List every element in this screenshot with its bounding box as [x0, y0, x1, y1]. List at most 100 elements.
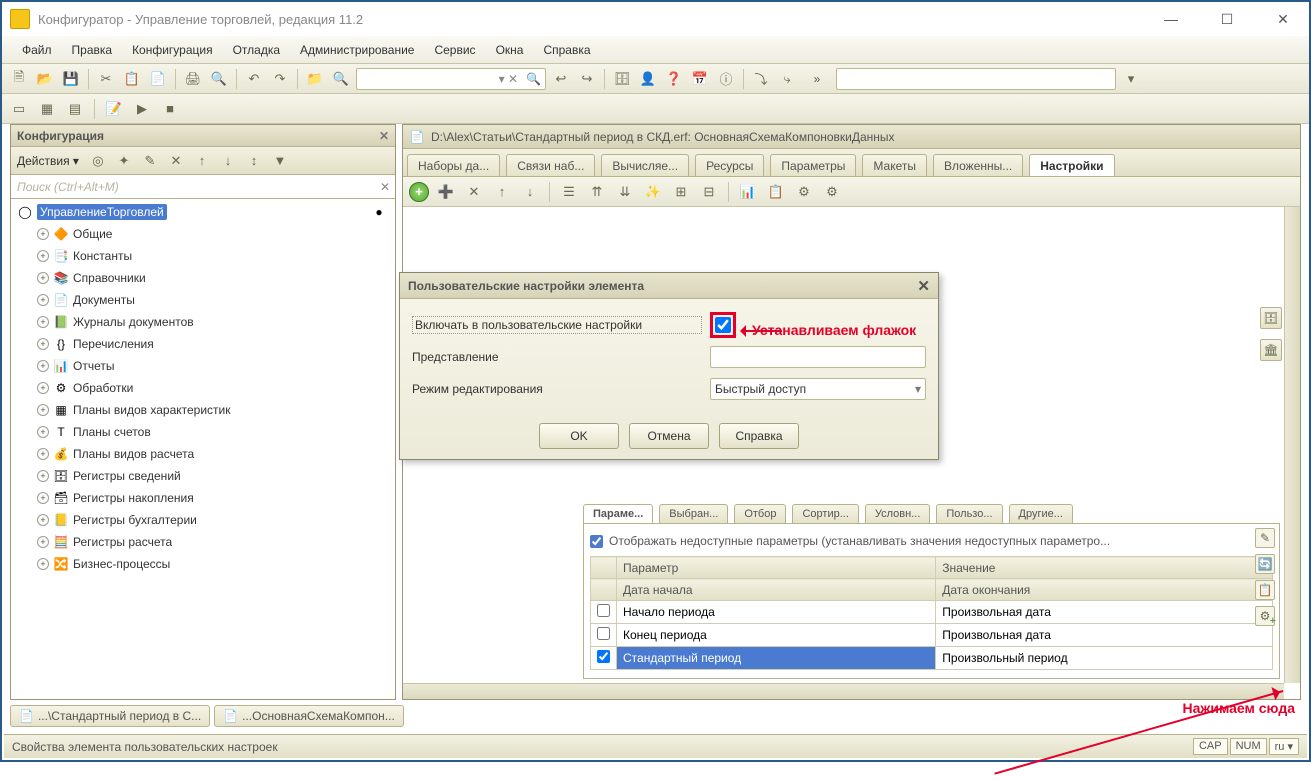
cut-icon[interactable]: ✂: [95, 68, 117, 90]
refresh-icon[interactable]: 🔄: [1255, 554, 1275, 574]
db-side-icon[interactable]: 🗄: [1260, 307, 1282, 329]
tree-node[interactable]: +📄Документы: [11, 289, 395, 311]
user-icon[interactable]: 👤: [637, 68, 659, 90]
toolbar-search[interactable]: ▾ ✕🔍: [356, 68, 546, 90]
row-checkbox[interactable]: [597, 604, 610, 617]
expand-icon[interactable]: +: [37, 360, 49, 372]
gear-icon[interactable]: ⚙: [793, 181, 815, 203]
doc-tab[interactable]: Вложенны...: [933, 154, 1023, 176]
menu-edit[interactable]: Правка: [64, 41, 121, 59]
expand-icon[interactable]: +: [37, 448, 49, 460]
expand-icon[interactable]: +: [37, 536, 49, 548]
expand-icon[interactable]: +: [37, 404, 49, 416]
tree-search[interactable]: Поиск (Ctrl+Alt+M): [11, 180, 375, 194]
expand-icon[interactable]: +: [37, 272, 49, 284]
edit-mode-select[interactable]: Быстрый доступ▾: [710, 378, 926, 400]
remove-icon[interactable]: ✕: [463, 181, 485, 203]
add-item-icon[interactable]: ➕: [435, 181, 457, 203]
doc-tab[interactable]: Настройки: [1029, 154, 1114, 176]
tree-node[interactable]: +📒Регистры бухгалтерии: [11, 509, 395, 531]
inner-tab[interactable]: Другие...: [1009, 504, 1073, 523]
ok-button[interactable]: OK: [539, 423, 619, 449]
tree-node[interactable]: +🧮Регистры расчета: [11, 531, 395, 553]
row-checkbox[interactable]: [597, 650, 610, 663]
close-panel-icon[interactable]: ✕: [379, 129, 389, 143]
lang-indicator[interactable]: ru ▾: [1269, 738, 1299, 755]
parameters-table[interactable]: Параметр Значение Дата начала Дата оконч…: [590, 556, 1273, 670]
expand-icon[interactable]: +: [37, 250, 49, 262]
table-row[interactable]: Начало периодаПроизвольная дата: [591, 601, 1273, 624]
tree-node[interactable]: +💰Планы видов расчета: [11, 443, 395, 465]
menu-windows[interactable]: Окна: [488, 41, 532, 59]
expand-icon[interactable]: +: [37, 492, 49, 504]
table-icon[interactable]: ▤: [64, 98, 86, 120]
row-checkbox[interactable]: [597, 627, 610, 640]
horizontal-scrollbar[interactable]: [403, 683, 1284, 699]
tree-node[interactable]: +ТПланы счетов: [11, 421, 395, 443]
doc-tab[interactable]: Наборы да...: [407, 154, 500, 176]
print-icon[interactable]: 🖨: [182, 68, 204, 90]
tree-node[interactable]: +⚙Обработки: [11, 377, 395, 399]
doc-tab[interactable]: Макеты: [862, 154, 927, 176]
text-icon[interactable]: 📝: [103, 98, 125, 120]
form-icon[interactable]: ▭: [8, 98, 30, 120]
inner-tab[interactable]: Сортир...: [792, 504, 858, 523]
run-icon[interactable]: ▶: [131, 98, 153, 120]
tree-root[interactable]: ◯ УправлениеТорговлей ●: [11, 201, 395, 223]
inner-tab[interactable]: Параме...: [583, 504, 653, 523]
cancel-button[interactable]: Отмена: [629, 423, 709, 449]
sheet-icon[interactable]: 📋: [765, 181, 787, 203]
nav-back-icon[interactable]: ↩: [550, 68, 572, 90]
menu-service[interactable]: Сервис: [426, 41, 483, 59]
show-unavailable-checkbox[interactable]: [590, 535, 603, 548]
config-tree[interactable]: ◯ УправлениеТорговлей ● +🔶Общие+📑Констан…: [11, 199, 395, 699]
help-icon[interactable]: ❓: [663, 68, 685, 90]
tree-node[interactable]: +🔀Бизнес-процессы: [11, 553, 395, 575]
sort-icon[interactable]: ↕: [243, 150, 265, 172]
menu-config[interactable]: Конфигурация: [124, 41, 221, 59]
expand-icon[interactable]: +: [37, 228, 49, 240]
nav-fwd-icon[interactable]: ↪: [576, 68, 598, 90]
collapse-icon[interactable]: ⊟: [698, 181, 720, 203]
tree-up-icon[interactable]: ⇈: [586, 181, 608, 203]
help-button[interactable]: Справка: [719, 423, 799, 449]
undo-icon[interactable]: ↶: [243, 68, 265, 90]
expand-icon[interactable]: +: [37, 514, 49, 526]
expand-icon[interactable]: ⊞: [670, 181, 692, 203]
step-over-icon[interactable]: ⤵: [750, 68, 772, 90]
expand-icon[interactable]: +: [37, 316, 49, 328]
edit-param-icon[interactable]: ✎: [1255, 528, 1275, 548]
tree-down-icon[interactable]: ⇊: [614, 181, 636, 203]
expand-icon[interactable]: +: [37, 470, 49, 482]
tree-node[interactable]: +📑Константы: [11, 245, 395, 267]
move-down-icon[interactable]: ↓: [519, 181, 541, 203]
wand-icon[interactable]: ✦: [113, 150, 135, 172]
calendar-icon[interactable]: 📅: [689, 68, 711, 90]
menu-help[interactable]: Справка: [535, 41, 598, 59]
menu-file[interactable]: Файл: [14, 41, 60, 59]
doc-tab[interactable]: Вычисляе...: [601, 154, 689, 176]
dropdown-icon[interactable]: ▾: [1120, 68, 1142, 90]
tree-node[interactable]: +{}Перечисления: [11, 333, 395, 355]
tree-node[interactable]: +🔶Общие: [11, 223, 395, 245]
tree-node[interactable]: +📊Отчеты: [11, 355, 395, 377]
dialog-close-icon[interactable]: ✕: [917, 277, 930, 295]
inner-tab[interactable]: Отбор: [734, 504, 786, 523]
expand-icon[interactable]: +: [37, 338, 49, 350]
user-settings-icon[interactable]: ⚙+: [1255, 606, 1275, 626]
inner-tab[interactable]: Условн...: [865, 504, 931, 523]
delete-icon[interactable]: ✕: [165, 150, 187, 172]
tree-node[interactable]: +▦Планы видов характеристик: [11, 399, 395, 421]
include-checkbox[interactable]: [715, 317, 731, 333]
minimize-button[interactable]: —: [1153, 7, 1189, 31]
inner-tab[interactable]: Выбран...: [659, 504, 728, 523]
magic-icon[interactable]: ✨: [642, 181, 664, 203]
tree-node[interactable]: +🗄Регистры сведений: [11, 465, 395, 487]
expand-icon[interactable]: +: [37, 426, 49, 438]
add-button[interactable]: +: [409, 182, 429, 202]
zoom-icon[interactable]: 🔍: [330, 68, 352, 90]
tree-node[interactable]: +📗Журналы документов: [11, 311, 395, 333]
window-tab-2[interactable]: 📄...ОсновнаяСхемаКомпон...: [214, 705, 404, 727]
maximize-button[interactable]: ☐: [1209, 7, 1245, 31]
global-search[interactable]: [836, 68, 1116, 90]
